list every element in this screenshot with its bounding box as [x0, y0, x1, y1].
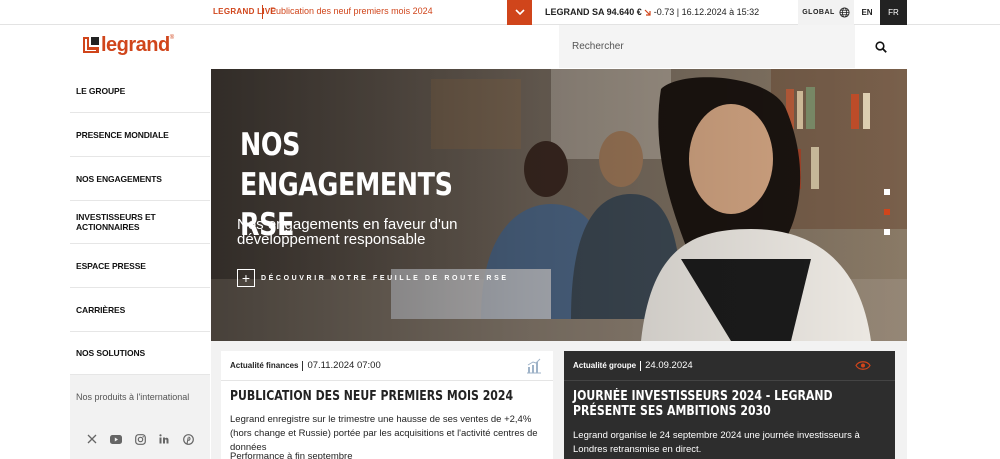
stock-name: LEGRAND SA 94.640 €: [545, 7, 642, 17]
sidebar-item-espace-presse[interactable]: ESPACE PRESSE: [70, 244, 210, 288]
search-bar: [559, 25, 907, 68]
live-news-toggle-button[interactable]: [507, 0, 532, 25]
legrand-logo-mark: [83, 37, 99, 53]
pinterest-icon[interactable]: [182, 433, 194, 445]
hero-cta-label: DÉCOUVRIR NOTRE FEUILLE DE ROUTE RSE: [261, 274, 509, 282]
news-category: Actualité groupe: [573, 361, 637, 370]
legrand-logo[interactable]: legrand ®: [83, 35, 174, 55]
live-news-link[interactable]: Publication des neuf premiers mois 2024: [270, 6, 433, 16]
sidebar-item-nos-solutions[interactable]: NOS SOLUTIONS: [70, 331, 210, 375]
news-date: 07.11.2024 07:00: [307, 360, 381, 371]
meta-separator: [640, 360, 642, 371]
chevron-down-icon: [514, 9, 525, 16]
news-excerpt-more: Performance à fin septembre: [230, 451, 353, 459]
social-links: [70, 419, 210, 459]
top-bar: LEGRAND LIVE Publication des neuf premie…: [0, 0, 1000, 25]
stock-date: | 16.12.2024 à 15:32: [676, 7, 760, 17]
eye-icon: [855, 361, 871, 370]
stock-ticker[interactable]: LEGRAND SA 94.640 € -0.73 | 16.12.2024 à…: [545, 7, 759, 17]
youtube-icon[interactable]: [110, 433, 122, 445]
news-category: Actualité finances: [230, 361, 299, 370]
sidebar-nav: LE GROUPE PRESENCE MONDIALE NOS ENGAGEME…: [70, 69, 210, 459]
news-title[interactable]: JOURNÉE INVESTISSEURS 2024 - LEGRAND PRÉ…: [573, 389, 884, 419]
search-input[interactable]: [559, 25, 855, 68]
lang-fr-button[interactable]: FR: [880, 0, 907, 25]
global-label: GLOBAL: [802, 9, 835, 16]
international-products-link[interactable]: Nos produits à l'international: [70, 375, 210, 419]
sidebar-item-presence-mondiale[interactable]: PRESENCE MONDIALE: [70, 113, 210, 157]
hero-cta-link[interactable]: + DÉCOUVRIR NOTRE FEUILLE DE ROUTE RSE: [237, 269, 509, 287]
logo-text: legrand: [101, 34, 170, 56]
news-card-meta: Actualité finances 07.11.2024 07:00: [230, 360, 381, 371]
chart-icon: [527, 358, 541, 374]
card-divider: [564, 380, 895, 381]
global-selector[interactable]: GLOBAL: [798, 0, 854, 25]
x-icon[interactable]: [86, 433, 98, 445]
arrow-down-right-icon: [644, 9, 651, 16]
live-separator: [262, 5, 263, 19]
news-card[interactable]: Actualité finances 07.11.2024 07:00 PUBL…: [221, 351, 553, 459]
news-date: 24.09.2024: [645, 360, 693, 371]
registered-mark: ®: [169, 35, 175, 41]
search-icon: [875, 40, 887, 53]
hero-subtitle: Nos engagements en faveur d'un développe…: [237, 216, 458, 248]
sidebar-item-carrieres[interactable]: CARRIÈRES: [70, 288, 210, 332]
news-title[interactable]: PUBLICATION DES NEUF PREMIERS MOIS 2024: [230, 389, 541, 404]
news-excerpt: Legrand organise le 24 septembre 2024 un…: [573, 430, 860, 455]
card-divider: [221, 380, 553, 381]
live-label[interactable]: LEGRAND LIVE: [213, 7, 276, 16]
globe-icon: [839, 7, 850, 18]
lang-en-button[interactable]: EN: [854, 0, 880, 25]
carousel-dot-1[interactable]: [884, 189, 890, 195]
news-card[interactable]: Actualité groupe 24.09.2024 JOURNÉE INVE…: [564, 351, 895, 459]
carousel-dots: [884, 189, 890, 249]
news-card-meta: Actualité groupe 24.09.2024: [573, 360, 693, 371]
search-button[interactable]: [855, 25, 907, 68]
sidebar-item-investisseurs[interactable]: INVESTISSEURS ET ACTIONNAIRES: [70, 200, 210, 244]
carousel-dot-2[interactable]: [884, 209, 890, 215]
carousel-dot-3[interactable]: [884, 229, 890, 235]
linkedin-icon[interactable]: [158, 433, 170, 445]
meta-separator: [302, 360, 304, 371]
hero-carousel: NOS ENGAGEMENTS RSE Nos engagements en f…: [211, 69, 907, 341]
instagram-icon[interactable]: [134, 433, 146, 445]
sidebar-item-le-groupe[interactable]: LE GROUPE: [70, 69, 210, 113]
news-excerpt: Legrand enregistre sur le trimestre une …: [230, 414, 538, 453]
sidebar-item-nos-engagements[interactable]: NOS ENGAGEMENTS: [70, 157, 210, 201]
stock-change: -0.73: [653, 7, 675, 17]
plus-icon: +: [237, 269, 255, 287]
